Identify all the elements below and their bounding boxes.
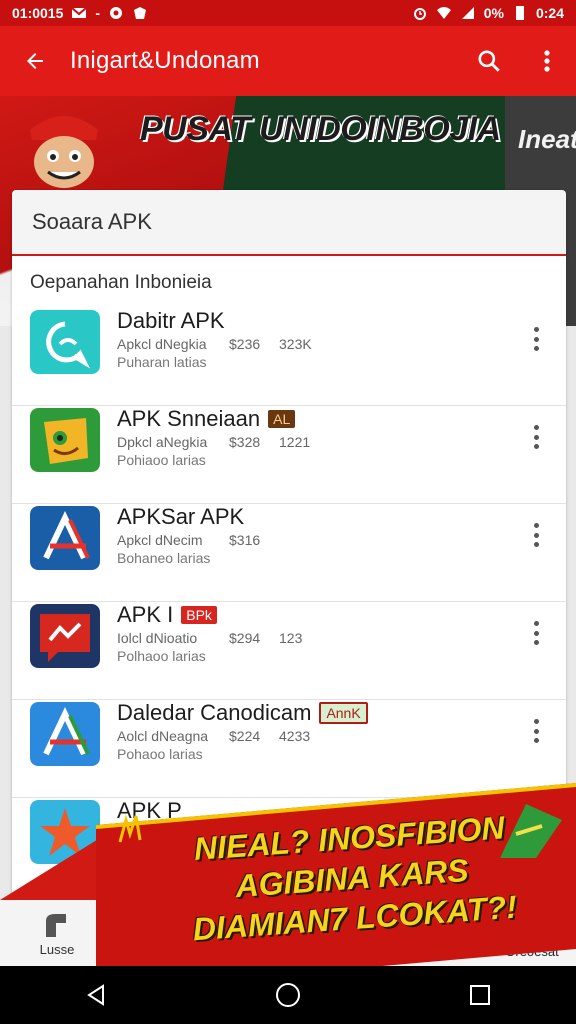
notification-shield-icon [134,7,147,19]
app-name: APKSar APK [117,504,245,529]
system-back-button[interactable] [66,970,126,1020]
circle-home-icon [276,983,300,1007]
app-subtitle: Bohaneo larias [117,550,211,566]
dash-icon: - [95,5,101,21]
signal-icon [461,7,474,19]
list-item[interactable]: APK I BPk Iolcl dNioatio $294 123 Polhaoo l… [12,602,566,700]
list-item[interactable]: APKSar APK Apkcl dNecim $316 Bohaneo lari… [12,504,566,602]
app-meta: Apkcl dNecim $316 [117,532,261,548]
battery-percent: 0% [483,5,504,21]
wifi-icon [436,7,451,19]
app-badge: AL [268,410,296,428]
status-time-left: 01:0015 [12,5,64,21]
item-menu-button[interactable] [526,716,546,746]
search-button[interactable] [460,26,518,96]
app-bar: Inigart&Undonam [0,26,576,96]
app-name: APK Snneiaan AL [117,406,296,432]
app-badge: AnnK [319,702,368,724]
app-name: Daledar Canodicam AnnK [117,700,368,726]
app-badge: BPk [181,606,217,624]
search-icon [478,50,500,72]
overflow-menu-button[interactable] [518,26,576,96]
mascot-icon [30,408,100,472]
more-vert-icon [544,50,550,72]
app-meta: Apkcl dNegkia $236 323K [117,336,312,352]
banner-title-secondary: Ineat [518,124,576,154]
app-meta: Dpkcl aNegkia $328 1221 [117,434,311,450]
nav-home-tab[interactable]: Lusse [22,911,92,957]
status-bar: 01:0015 - 0% 0:24 [0,0,576,26]
system-recents-button[interactable] [450,970,510,1020]
home-icon [46,914,66,937]
mascot-icon [30,116,98,188]
store-a-icon [30,506,100,570]
item-menu-button[interactable] [526,618,546,648]
status-time-right: 0:24 [535,5,564,21]
system-home-button[interactable] [258,970,318,1020]
app-subtitle: Polhaoo larias [117,648,206,664]
banner-title: PUSAT UNIDOINBOJIA [140,110,501,148]
chat-bubble-icon [30,310,100,374]
triangle-back-icon [87,984,104,1006]
item-menu-button[interactable] [526,520,546,550]
system-navigation-bar [0,966,576,1024]
app-subtitle: Puharan latias [117,354,207,370]
app-subtitle: Pohiaoo larias [117,452,206,468]
item-menu-button[interactable] [526,422,546,452]
app-name: Dabitr APK [117,308,225,333]
list-item[interactable]: Dabitr APK Apkcl dNegkia $236 323K Puharan… [12,308,566,406]
app-meta: Aolcl dNeagna $224 4233 [117,728,311,744]
back-button[interactable] [0,26,70,96]
notification-circle-icon [110,7,123,19]
item-menu-button[interactable] [526,324,546,354]
section-title: Oepanahan Inbonieia [30,272,212,293]
app-meta: Iolcl dNioatio $294 123 [117,630,303,646]
battery-icon [515,6,524,20]
list-item[interactable]: APK Snneiaan AL Dpkcl aNegkia $328 1221 Poh… [12,406,566,504]
square-recents-icon [470,985,490,1005]
gmail-icon [71,7,88,18]
back-arrow-icon [27,53,43,69]
app-name: APK I BPk [117,602,217,628]
alarm-icon [413,8,426,20]
messenger-icon [30,604,100,668]
app-title: Inigart&Undonam [70,47,260,74]
search-input[interactable]: Soaara APK [12,190,566,256]
nav-home-label: Lusse [39,942,75,957]
promo-banner[interactable]: NIEAL? INOSFIBION AGIBINA KARS DIAMIAN7 … [86,780,576,991]
store-a-icon [30,702,100,766]
app-subtitle: Pohaoo larias [117,746,203,762]
